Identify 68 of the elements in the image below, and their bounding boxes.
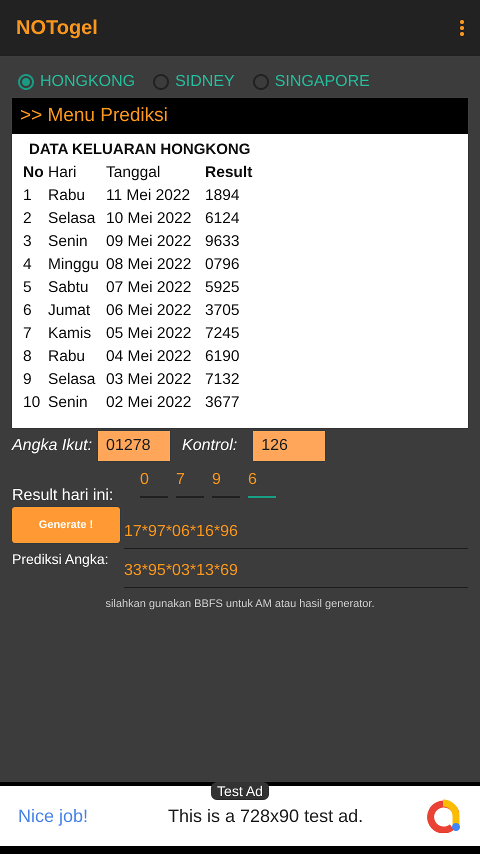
table-cell-text: 2 bbox=[23, 209, 33, 229]
app-title: NOTogel bbox=[16, 16, 98, 40]
table-cell-text: 6124 bbox=[205, 209, 240, 229]
column-header: Tanggal bbox=[106, 163, 162, 183]
table-cell-text: 4 bbox=[23, 255, 33, 275]
table-cell-text: 10 bbox=[23, 393, 42, 413]
table-cell-text: 9633 bbox=[205, 232, 240, 252]
ad-badge: Test Ad bbox=[211, 782, 269, 800]
table-cell-text: Senin bbox=[48, 393, 89, 413]
table-cell-text: 02 Mei 2022 bbox=[106, 393, 192, 413]
table-cell-text: 1 bbox=[23, 186, 33, 206]
table-cell-text: 06 Mei 2022 bbox=[106, 301, 192, 321]
table-cell-text: 09 Mei 2022 bbox=[106, 232, 192, 252]
table-cell-text: Rabu bbox=[48, 186, 86, 206]
digit-field[interactable]: 7 bbox=[176, 471, 204, 498]
table-cell-text: 7245 bbox=[205, 324, 240, 344]
table-cell-text: Rabu bbox=[48, 347, 86, 367]
table-cell-text: Selasa bbox=[48, 370, 96, 390]
table-cell-text: 05 Mei 2022 bbox=[106, 324, 192, 344]
hint-text: silahkan gunakan BBFS untuk AM atau hasil generator. bbox=[104, 598, 376, 610]
table-cell-text: 11 Mei 2022 bbox=[106, 186, 192, 206]
field-label: Prediksi Angka: bbox=[12, 551, 110, 567]
table-cell-text: Minggu bbox=[48, 255, 100, 275]
table-cell-text: 7132 bbox=[205, 370, 240, 390]
more-menu-icon[interactable] bbox=[460, 20, 464, 36]
input-field[interactable]: 01278 bbox=[98, 431, 170, 461]
table-cell-text: 3677 bbox=[205, 393, 240, 413]
digit-field[interactable]: 0 bbox=[140, 471, 168, 498]
table-cell-text: 5925 bbox=[205, 278, 240, 298]
menu-header: >> Menu Prediksi bbox=[12, 98, 468, 134]
table-cell-text: 0796 bbox=[205, 255, 240, 275]
table-cell-text: Selasa bbox=[48, 209, 96, 229]
ad-headline[interactable]: Nice job! bbox=[18, 806, 168, 826]
table-cell-text: 6190 bbox=[205, 347, 240, 367]
digit-field[interactable]: 9 bbox=[212, 471, 240, 498]
table-cell-text: 08 Mei 2022 bbox=[106, 255, 192, 275]
table-cell-text: 04 Mei 2022 bbox=[106, 347, 192, 367]
market-radio[interactable]: HONGKONG bbox=[18, 73, 136, 91]
table-cell-text: 5 bbox=[23, 278, 33, 298]
table-cell-text: Kamis bbox=[48, 324, 92, 344]
table-cell-text: 6 bbox=[23, 301, 33, 321]
market-radio[interactable]: SIDNEY bbox=[153, 73, 235, 91]
table-cell-text: 3705 bbox=[205, 301, 240, 321]
table-cell-text: 3 bbox=[23, 232, 33, 252]
table-cell-text: 9 bbox=[23, 370, 33, 390]
field-label: Angka Ikut: bbox=[12, 437, 92, 455]
table-cell-text: Senin bbox=[48, 232, 89, 252]
ad-text: This is a 728x90 test ad. bbox=[168, 806, 364, 826]
table-title: DATA KELUARAN HONGKONG bbox=[28, 140, 252, 160]
table-cell-text: 8 bbox=[23, 347, 33, 367]
table-cell-text: 10 Mei 2022 bbox=[106, 209, 192, 229]
table-cell-text: 07 Mei 2022 bbox=[106, 278, 192, 298]
table-cell-text: 7 bbox=[23, 324, 33, 344]
column-header: Result bbox=[205, 163, 254, 183]
digit-field[interactable]: 6 bbox=[248, 471, 276, 498]
field-label: Result hari ini: bbox=[12, 487, 114, 505]
prediction-field[interactable]: 17*97*06*16*96 bbox=[124, 516, 468, 549]
column-header: No bbox=[23, 163, 45, 183]
ad-logo-icon bbox=[426, 799, 462, 833]
market-radio[interactable]: SINGAPORE bbox=[252, 73, 370, 91]
table-cell-text: Jumat bbox=[48, 301, 92, 321]
field-label: Kontrol: bbox=[182, 437, 238, 455]
table-cell-text: 03 Mei 2022 bbox=[106, 370, 192, 390]
column-header: Hari bbox=[48, 163, 78, 183]
table-cell-text: 1894 bbox=[205, 186, 240, 206]
prediction-field[interactable]: 33*95*03*13*69 bbox=[124, 555, 468, 588]
input-field[interactable]: 126 bbox=[253, 431, 326, 461]
table-cell-text: Sabtu bbox=[48, 278, 90, 298]
